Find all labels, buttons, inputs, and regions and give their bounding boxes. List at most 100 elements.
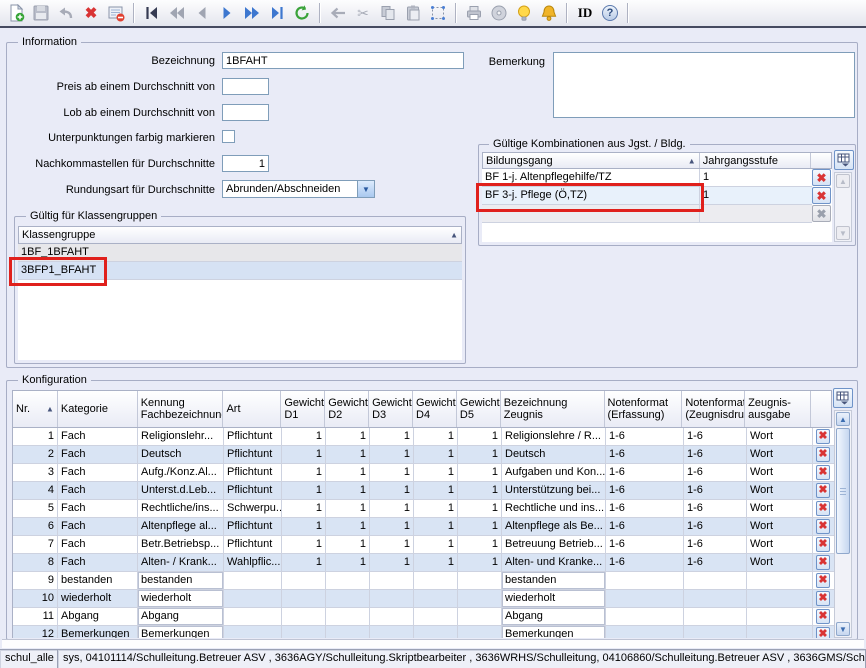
- delete-row-button[interactable]: ✖: [816, 483, 830, 498]
- col-kennung[interactable]: KennungFachbezeichnung: [138, 391, 224, 427]
- scrollbar-thumb[interactable]: [836, 428, 850, 554]
- chevron-down-icon[interactable]: ▼: [357, 181, 374, 197]
- new-record-icon[interactable]: [4, 2, 28, 24]
- delete-row-button[interactable]: ✖: [816, 519, 830, 534]
- previous-fast-icon[interactable]: [165, 2, 189, 24]
- kombination-row-empty[interactable]: [482, 205, 812, 223]
- statusbar-school: schul_alle: [0, 650, 58, 668]
- col-gewicht-d4[interactable]: GewichtD4: [413, 391, 457, 427]
- next-record-icon[interactable]: [215, 2, 239, 24]
- delete-row-button[interactable]: ✖: [816, 555, 830, 570]
- table-row[interactable]: 1 Fach Religionslehr... Pflichtunt 1 1 1…: [13, 428, 852, 446]
- klassengruppe-row-selected[interactable]: 3BFP1_BFAHT: [18, 262, 462, 280]
- table-row[interactable]: 5 Fach Rechtliche/ins... Schwerpu... 1 1…: [13, 500, 852, 518]
- table-row[interactable]: 12 Bemerkungen Bemerkungen Bemerkungen ✖: [13, 626, 852, 638]
- kombinationen-scrollbar[interactable]: ▲ ▼: [834, 172, 852, 242]
- rundungsart-combobox[interactable]: Abrunden/Abschneiden ▼: [222, 180, 375, 198]
- col-gewicht-d2[interactable]: GewichtD2: [325, 391, 369, 427]
- delete-row-button[interactable]: ✖: [816, 537, 830, 552]
- table-row[interactable]: 4 Fach Unterst.d.Leb... Pflichtunt 1 1 1…: [13, 482, 852, 500]
- col-bildungsgang[interactable]: Bildungsgang▲: [483, 153, 700, 168]
- toolbar: ✖ ✂: [0, 0, 866, 28]
- refresh-icon[interactable]: [290, 2, 314, 24]
- delete-row-button[interactable]: ✖: [816, 591, 830, 606]
- col-gewicht-d1[interactable]: GewichtD1: [281, 391, 325, 427]
- delete-row-button[interactable]: ✖: [816, 609, 830, 624]
- col-klassengruppe[interactable]: Klassengruppe▲: [19, 227, 461, 243]
- konfiguration-scrollbar[interactable]: ▲ ▼: [834, 410, 852, 638]
- klassengruppe-row[interactable]: 1BF_1BFAHT: [18, 244, 462, 262]
- print-icon[interactable]: [462, 2, 486, 24]
- id-label: ID: [578, 5, 592, 21]
- copy-icon[interactable]: [376, 2, 400, 24]
- save-icon[interactable]: [29, 2, 53, 24]
- delete-row-button[interactable]: ✖: [816, 501, 830, 516]
- toolbar-separator: [627, 3, 629, 23]
- scroll-down-icon[interactable]: ▼: [836, 622, 850, 636]
- lob-input[interactable]: [222, 104, 269, 121]
- delete-row-button-disabled: ✖: [812, 205, 831, 222]
- table-row[interactable]: 10 wiederholt wiederholt wiederholt ✖: [13, 590, 852, 608]
- col-art[interactable]: Art: [223, 391, 281, 427]
- sort-asc-icon: ▲: [688, 156, 696, 165]
- col-notenformat-zeugnisdruck[interactable]: Notenformat(Zeugnisdruck): [682, 391, 745, 427]
- col-jahrgangsstufe[interactable]: Jahrgangsstufe: [700, 153, 811, 168]
- next-fast-icon[interactable]: [240, 2, 264, 24]
- col-kategorie[interactable]: Kategorie: [58, 391, 138, 427]
- delete-row-button[interactable]: ✖: [812, 187, 831, 204]
- scroll-up-icon[interactable]: ▲: [836, 412, 850, 426]
- table-row[interactable]: 3 Fach Aufg./Konz.Al... Pflichtunt 1 1 1…: [13, 464, 852, 482]
- col-bezeichnung-zeugnis[interactable]: BezeichnungZeugnis: [501, 391, 605, 427]
- first-record-icon[interactable]: [140, 2, 164, 24]
- scroll-down-icon: ▼: [836, 226, 850, 240]
- disc-icon[interactable]: [487, 2, 511, 24]
- klassengruppen-title: Gültig für Klassengruppen: [26, 210, 161, 222]
- back-arrow-icon[interactable]: [326, 2, 350, 24]
- id-button[interactable]: ID: [573, 2, 597, 24]
- table-row[interactable]: 7 Fach Betr.Betriebsp... Pflichtunt 1 1 …: [13, 536, 852, 554]
- select-icon[interactable]: [426, 2, 450, 24]
- previous-record-icon[interactable]: [190, 2, 214, 24]
- table-row[interactable]: 9 bestanden bestanden bestanden ✖: [13, 572, 852, 590]
- table-row[interactable]: 2 Fach Deutsch Pflichtunt 1 1 1 1 1 Deut…: [13, 446, 852, 464]
- delete-row-button[interactable]: ✖: [816, 465, 830, 480]
- delete-row-button[interactable]: ✖: [816, 627, 830, 638]
- kombination-row[interactable]: BF 1-j. Altenpflegehilfe/TZ 1: [482, 169, 812, 187]
- table-row[interactable]: 6 Fach Altenpflege al... Pflichtunt 1 1 …: [13, 518, 852, 536]
- delete-row-button[interactable]: ✖: [816, 447, 830, 462]
- delete-row-button[interactable]: ✖: [816, 573, 830, 588]
- cut-icon[interactable]: ✂: [351, 2, 375, 24]
- discard-form-icon[interactable]: [104, 2, 128, 24]
- col-zeugnisausgabe[interactable]: Zeugnis-ausgabe: [745, 391, 811, 427]
- lightbulb-icon[interactable]: [512, 2, 536, 24]
- nachkommastellen-input[interactable]: [222, 155, 269, 172]
- statusbar: schul_alle sys, 04101114/Schulleitung.Be…: [0, 649, 866, 668]
- kombination-row-selected[interactable]: BF 3-j. Pflege (Ö,TZ) 1: [482, 187, 812, 205]
- col-notenformat-erfassung[interactable]: Notenformat(Erfassung): [605, 391, 683, 427]
- sort-asc-icon: ▲: [450, 231, 458, 240]
- bemerkung-textarea[interactable]: [553, 52, 855, 118]
- help-icon[interactable]: ?: [598, 2, 622, 24]
- toolbar-separator: [319, 3, 321, 23]
- delete-icon[interactable]: ✖: [79, 2, 103, 24]
- preis-input[interactable]: [222, 78, 269, 95]
- undo-icon[interactable]: [54, 2, 78, 24]
- toolbar-separator: [133, 3, 135, 23]
- toolbar-separator: [455, 3, 457, 23]
- delete-row-button[interactable]: ✖: [816, 429, 830, 444]
- table-row[interactable]: 8 Fach Alten- / Krank... Wahlpflic... 1 …: [13, 554, 852, 572]
- column-config-button[interactable]: [833, 388, 853, 408]
- col-gewicht-d3[interactable]: GewichtD3: [369, 391, 413, 427]
- bezeichnung-input[interactable]: [222, 52, 464, 69]
- kombinationen-title: Gültige Kombinationen aus Jgst. / Bldg.: [489, 138, 690, 150]
- column-config-button[interactable]: [834, 150, 854, 170]
- table-row[interactable]: 11 Abgang Abgang Abgang ✖: [13, 608, 852, 626]
- delete-row-button[interactable]: ✖: [812, 169, 831, 186]
- paste-icon[interactable]: [401, 2, 425, 24]
- col-nr[interactable]: Nr.▲: [13, 391, 58, 427]
- col-gewicht-d5[interactable]: GewichtD5: [457, 391, 501, 427]
- bell-icon[interactable]: [537, 2, 561, 24]
- unterpunktungen-checkbox[interactable]: [222, 130, 235, 143]
- asv-window: ✖ ✂: [0, 0, 866, 668]
- last-record-icon[interactable]: [265, 2, 289, 24]
